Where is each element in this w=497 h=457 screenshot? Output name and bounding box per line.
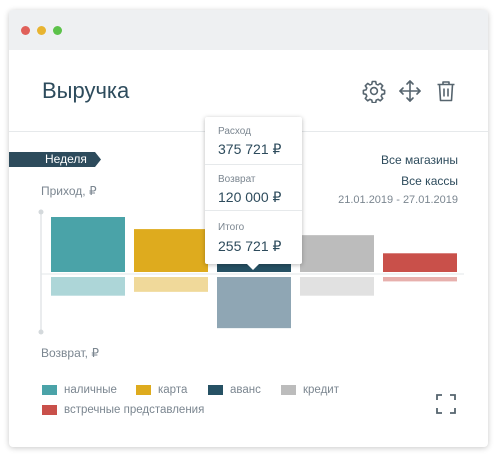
legend-label: встречные представления	[64, 404, 205, 416]
legend-swatch	[42, 405, 57, 415]
legend-label: кредит	[303, 384, 339, 396]
legend-label: аванс	[230, 384, 261, 396]
refund-bar-1	[134, 277, 208, 292]
tooltip-arrow	[247, 264, 259, 270]
legend-swatch	[42, 385, 57, 395]
income-bar-0	[51, 217, 125, 272]
y-axis-top-cap	[38, 209, 44, 215]
tooltip-label: Итого	[218, 222, 245, 233]
tooltip-value: 120 000 ₽	[218, 189, 282, 205]
income-bar-3	[300, 235, 374, 272]
refund-bar-0	[51, 277, 125, 296]
income-bar-4	[383, 253, 457, 272]
legend-label: карта	[158, 384, 188, 396]
fullscreen-icon[interactable]	[436, 394, 456, 414]
refund-bar-2	[217, 277, 291, 329]
revenue-widget-window: Выручка Неделя Все магазины Все кассы 21…	[9, 10, 488, 447]
tooltip-row-refund: Возврат 120 000 ₽	[205, 164, 302, 211]
refund-bar-4	[383, 277, 457, 282]
tooltip-value: 255 721 ₽	[218, 238, 282, 254]
y-axis-bottom-cap	[38, 329, 44, 335]
tooltip-label: Расход	[218, 126, 251, 137]
bar-tooltip: Расход 375 721 ₽ Возврат 120 000 ₽ Итого…	[205, 117, 302, 270]
legend-label: наличные	[64, 384, 117, 396]
legend-swatch	[281, 385, 296, 395]
tooltip-row-total: Итого 255 721 ₽	[205, 210, 302, 265]
legend-swatch	[136, 385, 151, 395]
tooltip-row-expense: Расход 375 721 ₽	[205, 117, 302, 164]
legend-swatch	[208, 385, 223, 395]
income-bar-1	[134, 229, 208, 272]
tooltip-value: 375 721 ₽	[218, 141, 282, 157]
refund-bar-3	[300, 277, 374, 296]
tooltip-label: Возврат	[218, 174, 256, 185]
